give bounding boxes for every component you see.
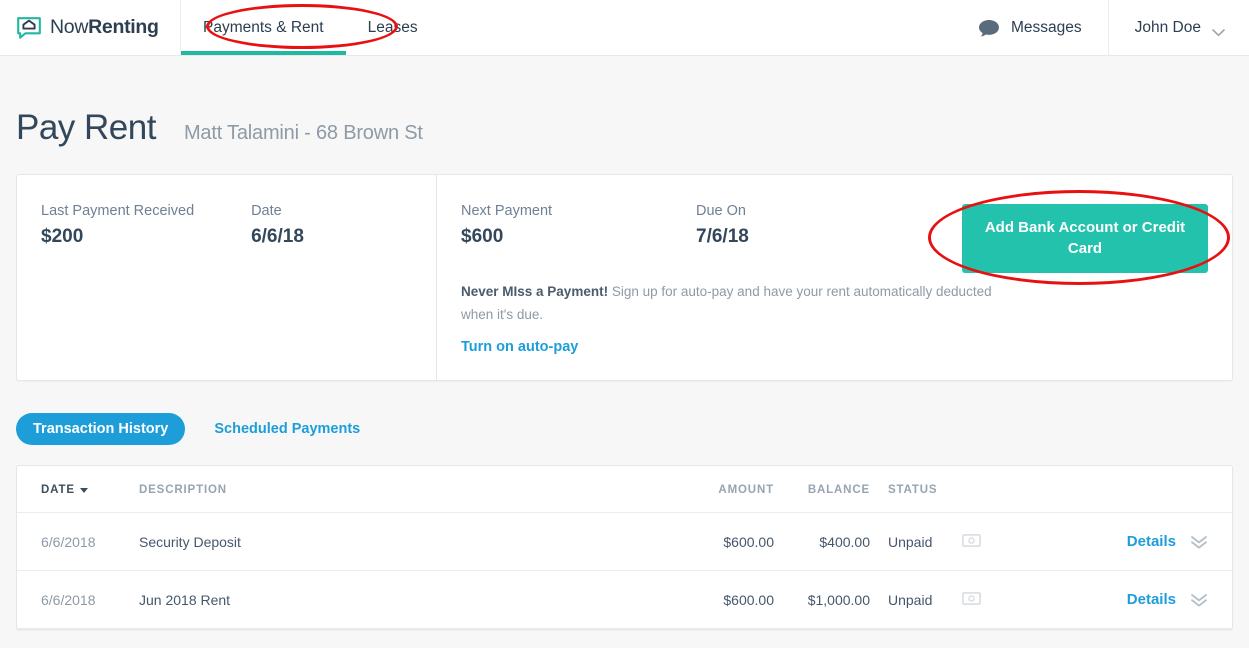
- double-chevron-down-icon[interactable]: [1190, 593, 1208, 607]
- tab-scheduled-payments-label: Scheduled Payments: [214, 421, 361, 438]
- add-bank-account-or-credit-card-button[interactable]: Add Bank Account or Credit Card: [962, 204, 1208, 273]
- due-on-value: 7/6/18: [696, 226, 749, 247]
- column-header-status-icon: [962, 466, 1082, 514]
- page-content: Pay Rent Matt Talamini - 68 Brown St Las…: [0, 56, 1249, 631]
- column-header-balance[interactable]: BALANCE: [774, 466, 870, 514]
- last-payment-date-value: 6/6/18: [251, 226, 304, 247]
- brand-name-light: Now: [50, 16, 89, 38]
- last-payment-received-field: Last Payment Received $200: [41, 203, 251, 248]
- main-nav: Payments & Rent Leases: [181, 0, 440, 55]
- autopay-promo-text: Never MIss a Payment! Sign up for auto-p…: [461, 280, 1021, 326]
- row-actions: Details: [1082, 533, 1208, 550]
- nav-item-leases-label: Leases: [367, 18, 418, 36]
- due-on-label: Due On: [696, 203, 746, 219]
- last-payment-panel: Last Payment Received $200 Date 6/6/18: [17, 175, 437, 381]
- last-payment-received-label: Last Payment Received: [41, 203, 195, 219]
- column-header-actions: [1082, 466, 1232, 514]
- cell-date: 6/6/2018: [17, 570, 139, 630]
- nav-item-payments-rent-label: Payments & Rent: [203, 18, 324, 36]
- transaction-history-table: DATE DESCRIPTION AMOUNT BALANCE STATUS 6…: [17, 466, 1232, 630]
- next-payment-panel: Next Payment $600 Due On 7/6/18 Never MI…: [437, 175, 1232, 380]
- column-header-description-label: DESCRIPTION: [139, 484, 227, 497]
- transaction-history-table-card: DATE DESCRIPTION AMOUNT BALANCE STATUS 6…: [16, 465, 1233, 631]
- speech-bubble-icon: [978, 19, 1000, 37]
- cell-amount: $600.00: [664, 512, 774, 572]
- table-row[interactable]: 6/6/2018 Jun 2018 Rent $600.00 $1,000.00…: [17, 570, 1232, 630]
- app-root: NowRenting Payments & Rent Leases Messag…: [0, 0, 1249, 648]
- last-payment-row: Last Payment Received $200 Date 6/6/18: [41, 203, 412, 248]
- next-payment-label: Next Payment: [461, 203, 553, 219]
- table-body: 6/6/2018 Security Deposit $600.00 $400.0…: [17, 512, 1232, 630]
- cell-status-icon: [961, 512, 1082, 572]
- last-payment-date-field: Date 6/6/18: [251, 203, 412, 248]
- cell-status: Unpaid: [870, 512, 962, 572]
- last-payment-received-value: $200: [41, 226, 84, 247]
- column-header-amount-label: AMOUNT: [718, 484, 774, 497]
- chevron-down-icon: [1212, 24, 1225, 37]
- user-menu-label: John Doe: [1134, 18, 1201, 36]
- tab-scheduled-payments[interactable]: Scheduled Payments: [197, 413, 377, 445]
- banknote-icon: [961, 533, 982, 550]
- turn-on-autopay-link[interactable]: Turn on auto-pay: [461, 339, 578, 355]
- cell-status: Unpaid: [870, 570, 962, 630]
- brand-logo-link[interactable]: NowRenting: [0, 0, 181, 55]
- tab-transaction-history-label: Transaction History: [33, 421, 169, 438]
- page-title: Pay Rent: [16, 108, 156, 147]
- cell-actions: Details: [1082, 512, 1232, 572]
- details-link[interactable]: Details: [1127, 591, 1176, 608]
- last-payment-date-label: Date: [251, 203, 282, 219]
- messages-label: Messages: [1010, 18, 1082, 36]
- caret-down-icon: [79, 487, 88, 493]
- cell-balance: $1,000.00: [774, 570, 870, 630]
- brand-name: NowRenting: [50, 16, 159, 39]
- double-chevron-down-icon[interactable]: [1190, 535, 1208, 549]
- cell-actions: Details: [1082, 570, 1232, 630]
- messages-button[interactable]: Messages: [952, 0, 1108, 55]
- table-header-row: DATE DESCRIPTION AMOUNT BALANCE STATUS: [17, 466, 1232, 514]
- brand-name-bold: Renting: [88, 16, 159, 38]
- details-link[interactable]: Details: [1127, 533, 1176, 550]
- table-head: DATE DESCRIPTION AMOUNT BALANCE STATUS: [17, 466, 1232, 514]
- payment-view-tabs: Transaction History Scheduled Payments: [16, 381, 1233, 465]
- cell-balance: $400.00: [774, 512, 870, 572]
- column-header-status-label: STATUS: [888, 484, 938, 497]
- column-header-status[interactable]: STATUS: [870, 466, 962, 514]
- banknote-icon: [961, 591, 982, 608]
- cell-amount: $600.00: [664, 570, 774, 630]
- nav-item-leases[interactable]: Leases: [346, 0, 440, 55]
- autopay-promo: Never MIss a Payment! Sign up for auto-p…: [461, 280, 1021, 356]
- row-actions: Details: [1082, 591, 1208, 608]
- due-on-field: Due On 7/6/18: [696, 203, 876, 248]
- tab-transaction-history[interactable]: Transaction History: [16, 413, 186, 446]
- nav-item-payments-rent[interactable]: Payments & Rent: [181, 0, 346, 55]
- page-header: Pay Rent Matt Talamini - 68 Brown St: [16, 56, 1233, 174]
- column-header-date[interactable]: DATE: [17, 466, 139, 514]
- top-navigation-bar: NowRenting Payments & Rent Leases Messag…: [0, 0, 1249, 56]
- autopay-promo-heading: Never MIss a Payment!: [461, 284, 609, 299]
- page-subtitle: Matt Talamini - 68 Brown St: [183, 122, 423, 144]
- cell-status-icon: [961, 570, 1082, 630]
- user-menu-button[interactable]: John Doe: [1107, 0, 1249, 55]
- cell-date: 6/6/2018: [17, 512, 139, 572]
- column-header-date-label: DATE: [41, 484, 75, 497]
- column-header-balance-label: BALANCE: [807, 484, 870, 497]
- table-row[interactable]: 6/6/2018 Security Deposit $600.00 $400.0…: [17, 512, 1232, 572]
- cell-description: Jun 2018 Rent: [139, 570, 664, 630]
- next-payment-value: $600: [461, 226, 504, 247]
- top-bar-right-group: Messages John Doe: [952, 0, 1249, 55]
- house-chat-bubble-icon: [16, 15, 42, 41]
- column-header-amount[interactable]: AMOUNT: [664, 466, 774, 514]
- next-payment-field: Next Payment $600: [461, 203, 696, 248]
- cell-description: Security Deposit: [139, 512, 664, 572]
- column-header-description[interactable]: DESCRIPTION: [139, 466, 664, 514]
- payment-summary-card: Last Payment Received $200 Date 6/6/18 N…: [16, 174, 1233, 382]
